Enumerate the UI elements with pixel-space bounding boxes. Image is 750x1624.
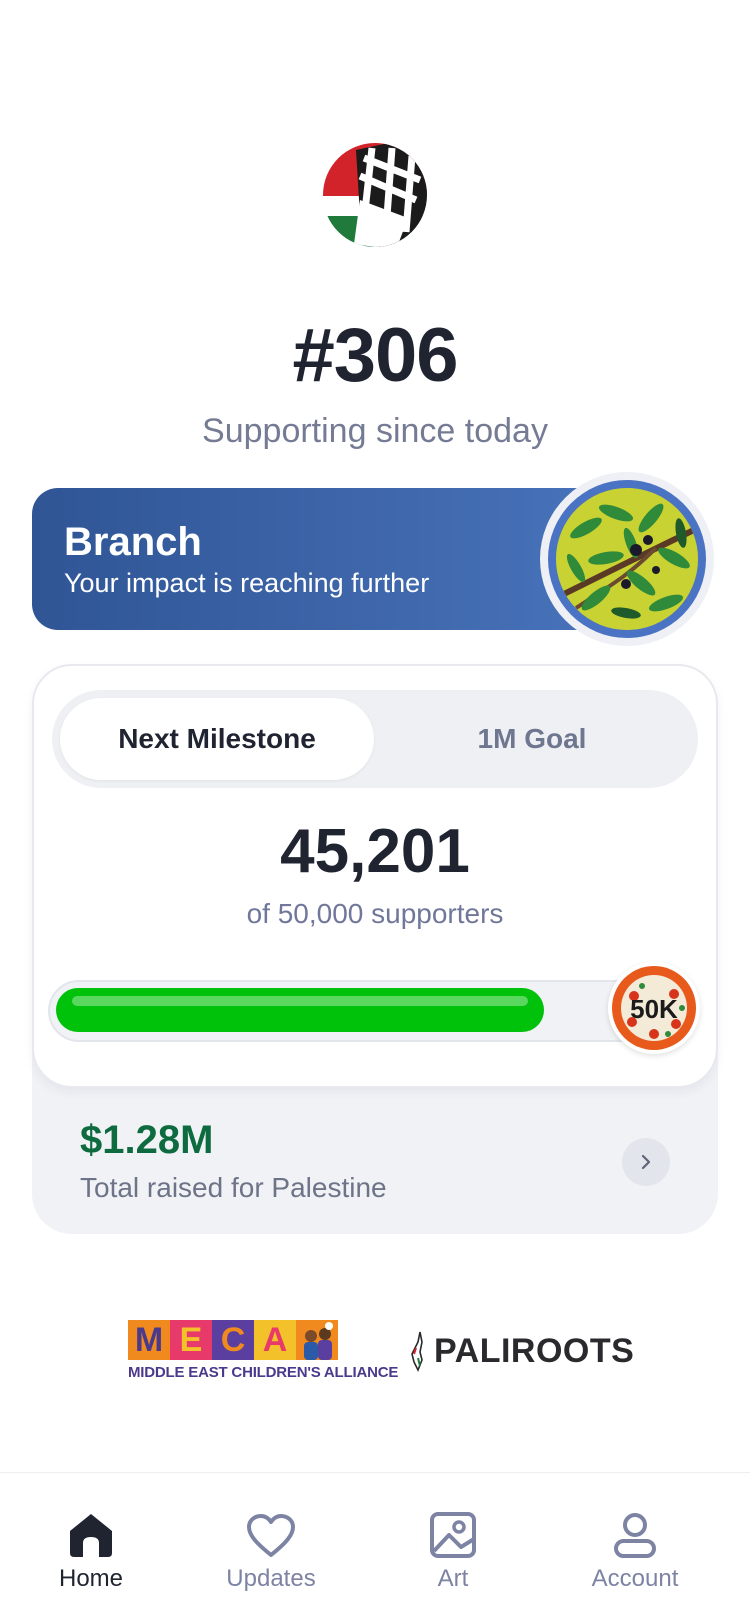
nav-label-art: Art	[437, 1565, 469, 1592]
app-logo	[320, 140, 430, 250]
tier-badge	[540, 472, 714, 646]
nav-updates[interactable]: Updates	[196, 1503, 346, 1593]
meca-subtitle: MIDDLE EAST CHILDREN'S ALLIANCE	[128, 1364, 399, 1381]
progress-shine	[72, 996, 528, 1006]
meca-logo[interactable]: M E C A MIDDLE EAST CHILDREN'S ALLIANCE	[128, 1320, 399, 1381]
user-icon	[614, 1513, 656, 1558]
home-icon	[70, 1514, 112, 1557]
raised-details-button[interactable]	[622, 1138, 670, 1186]
image-icon	[430, 1512, 476, 1558]
meca-letter: M	[128, 1320, 170, 1360]
chevron-right-icon	[641, 1154, 651, 1170]
paliroots-logo[interactable]: PALIROOTS	[408, 1330, 634, 1372]
olive-branch-art	[556, 488, 698, 630]
tier-name: Branch	[64, 520, 202, 564]
nav-label-account: Account	[591, 1565, 679, 1592]
paliroots-text: PALIROOTS	[434, 1331, 635, 1370]
tier-description: Your impact is reaching further	[64, 568, 430, 598]
nav-art[interactable]: Art	[378, 1503, 528, 1593]
meca-letter: C	[212, 1320, 254, 1360]
meca-letter: A	[254, 1320, 296, 1360]
raised-amount: $1.28M	[80, 1118, 214, 1162]
nav-account[interactable]: Account	[560, 1503, 710, 1593]
nav-home[interactable]: Home	[16, 1503, 166, 1593]
tab-next-milestone[interactable]: Next Milestone	[60, 698, 374, 780]
meca-letter: E	[170, 1320, 212, 1360]
nav-label-updates: Updates	[226, 1565, 316, 1592]
palestine-map-icon	[411, 1331, 423, 1372]
milestone-badge-label: 50K	[630, 994, 678, 1024]
raised-label: Total raised for Palestine	[80, 1172, 387, 1203]
nav-label-home: Home	[58, 1565, 124, 1592]
milestone-50k-badge: 50K	[608, 962, 700, 1054]
member-number: #306	[292, 313, 458, 398]
supporter-count: 45,201	[280, 817, 470, 886]
heart-icon	[247, 1514, 295, 1557]
tab-1m-goal[interactable]: 1M Goal	[374, 698, 690, 780]
supporter-target: of 50,000 supporters	[246, 898, 504, 929]
progress-fill	[56, 988, 544, 1032]
meca-children-icon	[296, 1320, 338, 1360]
bottom-nav: Home Updates Art Account	[0, 1472, 750, 1624]
supporting-since-text: Supporting since today	[202, 412, 548, 450]
